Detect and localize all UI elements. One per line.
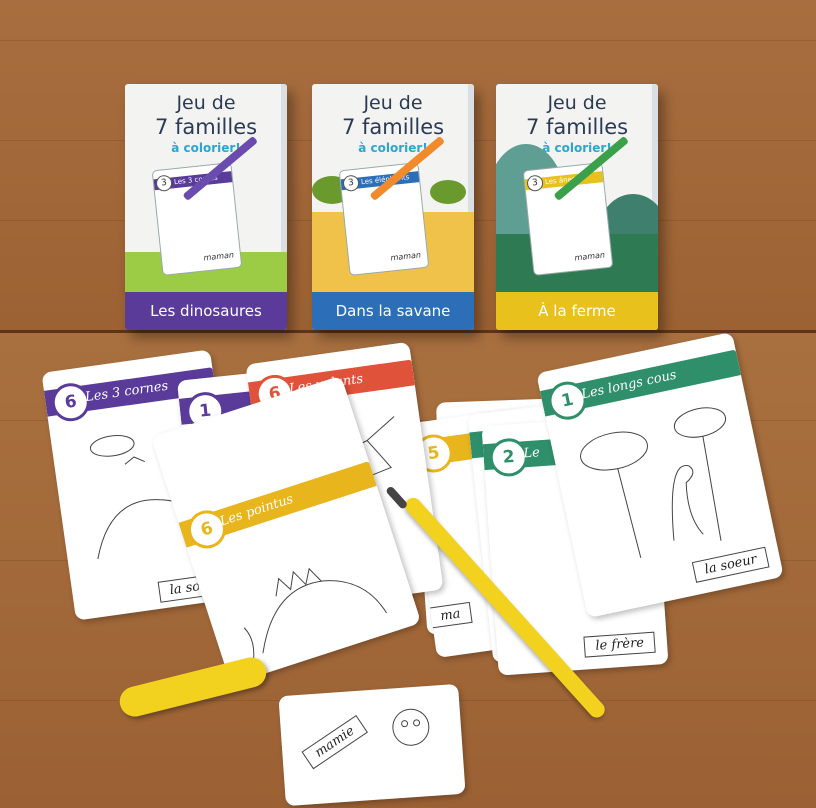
box-title-line1: Jeu de	[176, 92, 236, 114]
mini-card-number: 3	[342, 174, 360, 193]
box-title-line2: 7 familles	[154, 115, 258, 139]
box-title-line2: 7 familles	[341, 115, 445, 139]
box-mini-card: 3 Les ânes maman	[522, 162, 614, 276]
mini-card-number: 3	[155, 174, 173, 193]
box-title-line1: Jeu de	[363, 92, 423, 114]
box-label: Les dinosaures	[125, 292, 287, 330]
box-label: Dans la savane	[312, 292, 474, 330]
card-family: Le	[522, 445, 541, 462]
tree-icon	[430, 180, 466, 204]
mini-card-signature: maman	[574, 250, 606, 263]
game-box-ferme: Jeu de 7 familles à colorier! 3 Les ânes…	[496, 84, 658, 330]
card-role: le frère	[583, 631, 656, 658]
card-family: Les 3 cornes	[84, 378, 170, 406]
photo-scene: Jeu de 7 familles à colorier! 3 Les 3 co…	[0, 0, 816, 808]
box-title-line1: Jeu de	[547, 92, 607, 114]
box-subtitle: à colorier!	[358, 141, 428, 155]
mini-card-signature: maman	[390, 250, 422, 263]
mini-card-number: 3	[526, 174, 544, 193]
box-title-line2: 7 familles	[525, 115, 629, 139]
box-subtitle: à colorier!	[171, 141, 241, 155]
animal-illustration	[392, 708, 430, 746]
box-mini-card: 3 Les éléphants maman	[338, 162, 430, 276]
card-role: ma	[428, 601, 473, 629]
box-label: À la ferme	[496, 292, 658, 330]
mini-card-signature: maman	[203, 250, 235, 263]
game-box-dinosaures: Jeu de 7 familles à colorier! 3 Les 3 co…	[125, 84, 287, 330]
card-role: mamie	[301, 714, 369, 770]
playing-card: mamie	[278, 683, 466, 807]
tree-illustration	[580, 407, 727, 558]
box-mini-card: 3 Les 3 cornes maman	[151, 162, 243, 276]
game-box-savane: Jeu de 7 familles à colorier! 3 Les élép…	[312, 84, 474, 330]
